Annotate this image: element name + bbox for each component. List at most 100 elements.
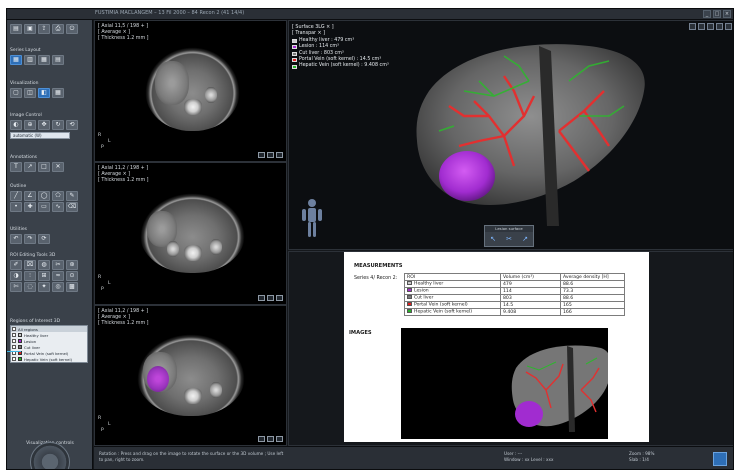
point-icon[interactable]: •: [10, 201, 22, 212]
report-image: [401, 328, 608, 439]
thickness-label[interactable]: [ Thickness 1.2 mm ]: [98, 36, 149, 42]
checkbox[interactable]: [12, 333, 16, 337]
settings-icon[interactable]: [276, 152, 283, 158]
ellipse-icon[interactable]: ◯: [38, 190, 50, 201]
layout-icon[interactable]: [267, 295, 274, 301]
thickness-label[interactable]: [ Thickness 1.2 mm ]: [98, 321, 149, 327]
roi-label: All regions: [18, 326, 38, 332]
contour-icon[interactable]: ◎: [52, 281, 64, 292]
save-icon[interactable]: ▣: [24, 23, 36, 34]
rotate-icon[interactable]: ↻: [52, 119, 64, 130]
freehand-icon[interactable]: ✎: [66, 190, 78, 201]
layout-3x1-icon[interactable]: ▤: [52, 54, 64, 65]
density-cell: 165: [560, 301, 625, 309]
volume-icon[interactable]: ▩: [66, 281, 78, 292]
view-mpr-icon[interactable]: ◫: [24, 87, 36, 98]
expand-icon[interactable]: [258, 152, 265, 158]
cross-icon[interactable]: ✚: [24, 201, 36, 212]
lasso-icon[interactable]: ◌: [24, 281, 36, 292]
close-button[interactable]: ×: [723, 10, 731, 18]
fill-icon[interactable]: ◍: [38, 259, 50, 270]
maximize-button[interactable]: □: [713, 10, 721, 18]
user-info: User : --- Window : xx Level : xxx: [504, 451, 553, 463]
export-icon[interactable]: ⇪: [38, 23, 50, 34]
layout-1x1-icon[interactable]: ▦: [10, 54, 22, 65]
axial-view-3[interactable]: [ Axial 11,2 / 198 + ] [ Average × ] [ T…: [94, 305, 287, 446]
cut-icon[interactable]: ✂: [52, 259, 64, 270]
window-preset-select[interactable]: automatic (W): [10, 132, 70, 139]
navigation-widget[interactable]: Visualization controls: [10, 440, 90, 469]
density-cell: 88.6: [560, 280, 625, 288]
annotation-box-icon[interactable]: □: [38, 161, 50, 172]
roi-label: Hepatic Vein (soft kernel): [24, 356, 72, 362]
checkbox[interactable]: [12, 345, 16, 349]
report-view[interactable]: MEASUREMENTS Series 4/ Recon 2: ROI Volu…: [288, 251, 733, 446]
settings-icon[interactable]: [276, 295, 283, 301]
open-icon[interactable]: ▤: [10, 23, 22, 34]
ruler-icon[interactable]: ╱: [10, 190, 22, 201]
report-title: MEASUREMENTS: [354, 263, 403, 269]
section-label: Outline: [10, 184, 27, 189]
expand-icon[interactable]: [258, 295, 265, 301]
annotation-text-icon[interactable]: T: [10, 161, 22, 172]
checkbox[interactable]: [12, 357, 16, 361]
pan-icon[interactable]: ✥: [38, 119, 50, 130]
profile-icon[interactable]: ∿: [52, 201, 64, 212]
view-3d[interactable]: [ Surface 3LG × ] [ Transpar × ] Healthy…: [288, 20, 733, 250]
merge-icon[interactable]: ⊞: [38, 270, 50, 281]
window-title: FUSTIMIA MACLANGEM – 13 Fil 2000 – 84 Re…: [95, 10, 245, 16]
angle-icon[interactable]: ∠: [24, 190, 36, 201]
view-2d-icon[interactable]: ▢: [10, 87, 22, 98]
axial-view-2[interactable]: [ Axial 11,2 / 198 + ] [ Average × ] [ T…: [94, 162, 287, 305]
rect-icon[interactable]: ▭: [38, 201, 50, 212]
sync-icon[interactable]: ⟳: [38, 233, 50, 244]
checkbox[interactable]: [12, 339, 16, 343]
annotation-delete-icon[interactable]: ✕: [52, 161, 64, 172]
table-row: Lesion 114 73.3: [404, 287, 625, 295]
settings-icon[interactable]: [276, 436, 283, 442]
reset-icon[interactable]: ⟲: [66, 119, 78, 130]
print-icon[interactable]: ⎙: [52, 23, 64, 34]
layout-1x2-icon[interactable]: ▥: [24, 54, 36, 65]
density-cell: 88.6: [560, 294, 625, 302]
grow-icon[interactable]: ⊛: [66, 259, 78, 270]
probe-icon[interactable]: ↗: [522, 235, 528, 243]
magic-wand-icon[interactable]: ✦: [38, 281, 50, 292]
window-level-icon[interactable]: ◐: [10, 119, 22, 130]
outline-section: Outline ╱ ∠ ◯ ⬠ ✎ • ✚ ▭ ∿ ⌫: [10, 183, 90, 212]
thickness-label[interactable]: [ Thickness 1.2 mm ]: [98, 178, 149, 184]
expand-icon[interactable]: [258, 436, 265, 442]
threshold-icon[interactable]: ◑: [10, 270, 22, 281]
view-grid-icon[interactable]: ▦: [52, 87, 64, 98]
measurements-table: ROI Volume (cm³) Average density [H] Hea…: [404, 273, 625, 316]
panel-tools: [258, 436, 283, 442]
axial-view-1[interactable]: [ Axial 11,5 / 198 + ] [ Average × ] [ T…: [94, 20, 287, 162]
clear-icon[interactable]: ⌫: [66, 201, 78, 212]
scissor-icon[interactable]: ✄: [10, 281, 22, 292]
pointer-icon[interactable]: ↖: [490, 235, 496, 243]
dilate-icon[interactable]: ⊙: [66, 270, 78, 281]
view-3d-icon[interactable]: ◧: [38, 87, 50, 98]
layout-2x2-icon[interactable]: ▦: [38, 54, 50, 65]
power-icon[interactable]: ⏻: [66, 23, 78, 34]
annotation-arrow-icon[interactable]: ↗: [24, 161, 36, 172]
layout-icon[interactable]: [267, 436, 274, 442]
layout-icon[interactable]: [267, 152, 274, 158]
eraser-icon[interactable]: ⌧: [24, 259, 36, 270]
series-info: [ Axial 11,2 / 198 + ] [ Average × ] [ T…: [98, 309, 149, 327]
brush-icon[interactable]: ✐: [10, 259, 22, 270]
redo-icon[interactable]: ↷: [24, 233, 36, 244]
fullscreen-button[interactable]: [713, 452, 727, 466]
roi-item-hepatic-vein[interactable]: Hepatic Vein (soft kernel): [11, 356, 87, 362]
split-icon[interactable]: ⫶: [24, 270, 36, 281]
polygon-icon[interactable]: ⬠: [52, 190, 64, 201]
smooth-icon[interactable]: ≈: [52, 270, 64, 281]
color-swatch: [407, 309, 412, 314]
minimize-button[interactable]: _: [703, 10, 711, 18]
undo-icon[interactable]: ↶: [10, 233, 22, 244]
zoom-icon[interactable]: ⊕: [24, 119, 36, 130]
scalpel-icon[interactable]: ✂: [506, 235, 512, 243]
roi-label: Cut liver: [24, 344, 41, 350]
checkbox[interactable]: [12, 327, 16, 331]
spine-region: [184, 99, 202, 115]
